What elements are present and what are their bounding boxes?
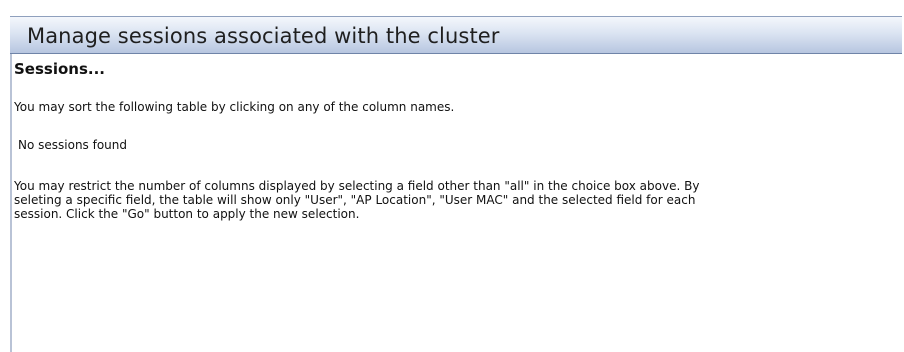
instruction-line: seleting a specific field, the table wil… [14,193,696,207]
instruction-line: You may restrict the number of columns d… [14,179,700,193]
page-header: Manage sessions associated with the clus… [10,16,902,54]
panel-left-border [10,52,12,352]
instruction-line: session. Click the "Go" button to apply … [14,207,360,221]
page-title: Manage sessions associated with the clus… [27,24,500,48]
column-filter-instructions: You may restrict the number of columns d… [14,179,864,221]
empty-sessions-message: No sessions found [18,138,128,152]
sort-instructions: You may sort the following table by clic… [14,100,455,114]
section-title: Sessions... [14,60,105,78]
